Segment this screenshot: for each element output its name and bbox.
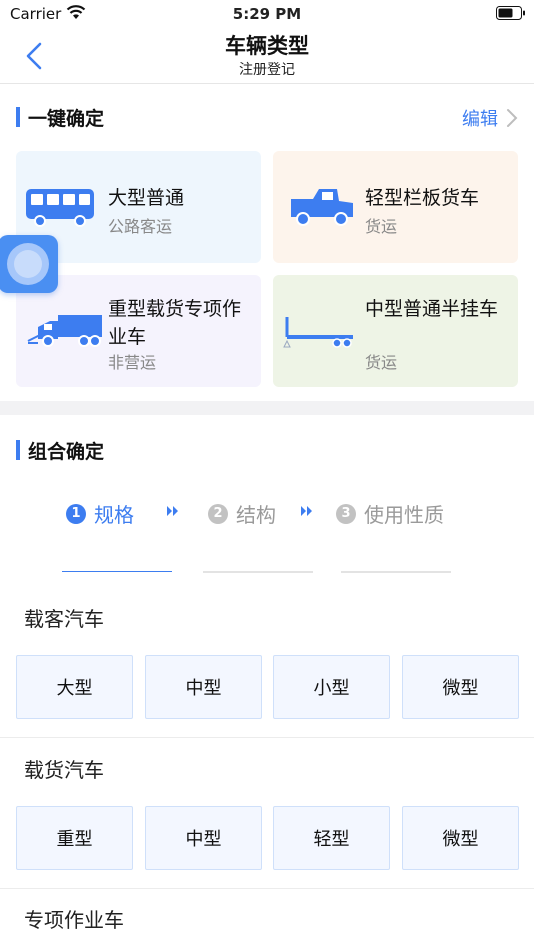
card-title: 大型普通 — [108, 187, 185, 209]
category-title-special: 专项作业车 — [24, 908, 124, 932]
step-structure[interactable]: 2 结构 — [208, 499, 276, 528]
step-number: 1 — [66, 503, 86, 524]
combo-section-header: 组合确定 — [16, 438, 105, 463]
card-title: 重型载货专项作业车 — [108, 298, 242, 348]
option-button[interactable]: 中型 — [145, 806, 262, 870]
floating-assistive-button[interactable] — [0, 235, 58, 293]
card-subtitle: 货运 — [365, 217, 398, 236]
edit-label: 编辑 — [462, 109, 498, 130]
quick-card-pickup[interactable]: 轻型栏板货车 货运 — [273, 151, 518, 263]
option-button[interactable]: 微型 — [402, 655, 519, 719]
option-button[interactable]: 重型 — [16, 806, 133, 870]
category-title-cargo: 载货汽车 — [24, 758, 104, 782]
page-title: 车辆类型 — [225, 34, 309, 58]
step-label: 使用性质 — [364, 503, 444, 527]
section-divider — [0, 401, 534, 415]
floating-dot — [14, 250, 42, 278]
divider — [0, 888, 534, 889]
step-usage[interactable]: 3 使用性质 — [336, 499, 444, 528]
option-button[interactable]: 轻型 — [273, 806, 390, 870]
card-subtitle: 非营运 — [108, 353, 157, 372]
pickup-truck-icon — [281, 179, 365, 235]
option-button[interactable]: 中型 — [145, 655, 262, 719]
card-subtitle: 公路客运 — [108, 217, 173, 236]
step-arrow-icon — [301, 506, 312, 516]
option-button[interactable]: 小型 — [273, 655, 390, 719]
quick-section-header: 一键确定 — [16, 105, 105, 130]
section-accent-bar — [16, 440, 20, 460]
card-title: 轻型栏板货车 — [365, 187, 480, 209]
step-arrow-icon — [167, 506, 178, 516]
step-underline — [203, 571, 313, 573]
battery-icon — [496, 6, 526, 20]
step-underline — [341, 571, 451, 573]
quick-card-semitrailer[interactable]: 中型普通半挂车 货运 — [273, 275, 518, 387]
semi-trailer-icon — [281, 303, 365, 359]
combo-section-title: 组合确定 — [28, 440, 105, 463]
step-underline-active — [62, 571, 172, 572]
special-truck-icon — [24, 303, 108, 359]
edit-button[interactable]: 编辑 — [462, 105, 518, 131]
card-subtitle: 货运 — [365, 353, 398, 372]
divider — [0, 737, 534, 738]
step-label: 结构 — [236, 503, 276, 527]
nav-bar: 车辆类型 注册登记 — [0, 28, 534, 84]
section-accent-bar — [16, 107, 20, 127]
step-indicator: 1 规格 2 结构 3 使用性质 — [0, 495, 534, 529]
step-spec[interactable]: 1 规格 — [66, 499, 134, 528]
bus-icon — [24, 179, 108, 235]
status-time: 5:29 PM — [232, 5, 302, 23]
quick-section-title: 一键确定 — [28, 107, 105, 130]
page-subtitle: 注册登记 — [239, 62, 295, 78]
card-title: 中型普通半挂车 — [365, 298, 499, 320]
step-label: 规格 — [94, 503, 134, 527]
step-number: 2 — [208, 503, 228, 524]
option-button[interactable]: 微型 — [402, 806, 519, 870]
chevron-right-icon — [507, 109, 518, 127]
option-button[interactable]: 大型 — [16, 655, 133, 719]
step-number: 3 — [336, 503, 356, 524]
status-bar: Carrier 5:29 PM — [0, 0, 534, 28]
category-title-passenger: 载客汽车 — [24, 607, 104, 631]
